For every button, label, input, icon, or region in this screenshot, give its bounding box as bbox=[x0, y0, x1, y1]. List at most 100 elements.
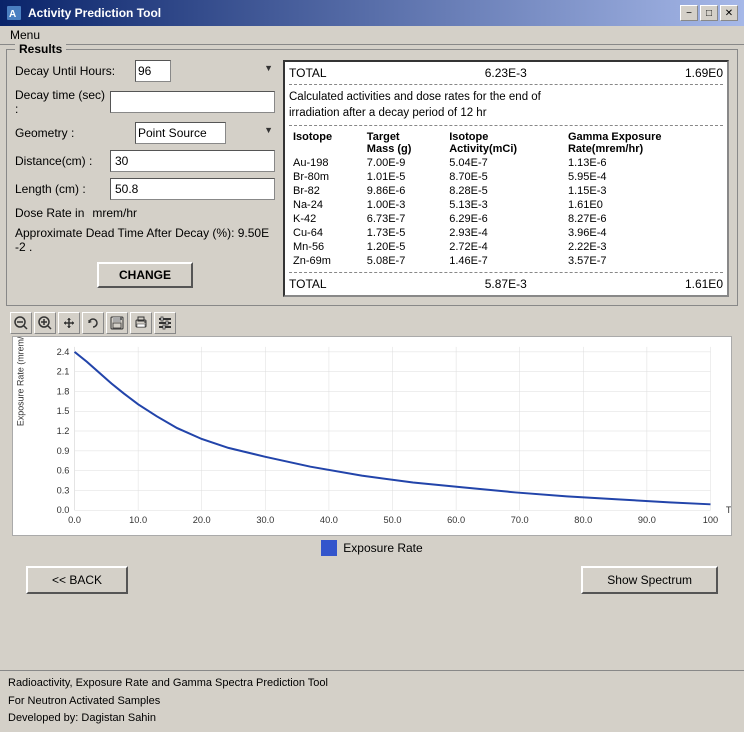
total-top-label: TOTAL bbox=[289, 66, 327, 80]
col-isotope: Isotope bbox=[289, 130, 363, 156]
maximize-button[interactable]: □ bbox=[700, 5, 718, 21]
title-bar: A Activity Prediction Tool − □ ✕ bbox=[0, 0, 744, 26]
col-exposure: Gamma ExposureRate(mrem/hr) bbox=[564, 130, 723, 156]
svg-text:40.0: 40.0 bbox=[320, 515, 338, 525]
minimize-button[interactable]: − bbox=[680, 5, 698, 21]
pan-icon bbox=[62, 316, 76, 330]
svg-text:0.0: 0.0 bbox=[68, 515, 81, 525]
dose-rate-unit: mrem/hr bbox=[92, 206, 137, 220]
footer: Radioactivity, Exposure Rate and Gamma S… bbox=[0, 670, 744, 732]
decay-hours-select-wrapper: 96 bbox=[135, 60, 275, 82]
results-group-title: Results bbox=[15, 42, 66, 56]
geometry-row: Geometry : Point SourceSlabCylinder bbox=[15, 122, 275, 144]
table-row: Na-241.00E-35.13E-31.61E0 bbox=[289, 198, 723, 212]
close-button[interactable]: ✕ bbox=[720, 5, 738, 21]
divider-2 bbox=[289, 125, 723, 126]
print-button[interactable] bbox=[130, 312, 152, 334]
show-spectrum-button[interactable]: Show Spectrum bbox=[581, 566, 718, 594]
left-panel: Decay Until Hours: 96 Decay time (sec) :… bbox=[15, 60, 275, 297]
save-icon bbox=[110, 316, 124, 330]
total-bottom-activity: 5.87E-3 bbox=[485, 277, 527, 291]
svg-text:2.1: 2.1 bbox=[57, 367, 70, 377]
table-header-row: Isotope TargetMass (g) IsotopeActivity(m… bbox=[289, 130, 723, 156]
decay-time-row: Decay time (sec) : bbox=[15, 88, 275, 116]
decay-hours-row: Decay Until Hours: 96 bbox=[15, 60, 275, 82]
svg-text:0.6: 0.6 bbox=[57, 466, 70, 476]
svg-text:20.0: 20.0 bbox=[193, 515, 211, 525]
app-icon: A bbox=[6, 5, 22, 21]
config-button[interactable] bbox=[154, 312, 176, 334]
results-table: Isotope TargetMass (g) IsotopeActivity(m… bbox=[289, 130, 723, 268]
distance-label: Distance(cm) : bbox=[15, 154, 110, 168]
col-activity: IsotopeActivity(mCi) bbox=[445, 130, 564, 156]
total-bottom-row: TOTAL 5.87E-3 1.61E0 bbox=[289, 277, 723, 291]
zoom-in-icon bbox=[38, 316, 52, 330]
svg-text:1.2: 1.2 bbox=[57, 426, 70, 436]
length-row: Length (cm) : bbox=[15, 178, 275, 200]
reset-icon bbox=[86, 316, 100, 330]
bottom-buttons: << BACK Show Spectrum bbox=[6, 562, 738, 598]
zoom-out-icon bbox=[14, 316, 28, 330]
divider-1 bbox=[289, 84, 723, 85]
geometry-label: Geometry : bbox=[15, 126, 135, 140]
svg-text:1.5: 1.5 bbox=[57, 407, 70, 417]
svg-text:30.0: 30.0 bbox=[256, 515, 274, 525]
total-top-row: TOTAL 6.23E-3 1.69E0 bbox=[289, 66, 723, 80]
chart-svg: 0.0 0.3 0.6 0.9 1.2 1.5 1.8 2.1 2.4 Expo… bbox=[13, 337, 731, 535]
results-layout: Decay Until Hours: 96 Decay time (sec) :… bbox=[15, 60, 729, 297]
dose-rate-label: Dose Rate in bbox=[15, 206, 84, 220]
dose-rate-row: Dose Rate in mrem/hr bbox=[15, 206, 275, 220]
svg-text:Time (hr): Time (hr) bbox=[726, 506, 731, 516]
svg-text:100: 100 bbox=[703, 515, 718, 525]
svg-text:A: A bbox=[9, 9, 16, 20]
svg-text:0.0: 0.0 bbox=[57, 506, 70, 516]
change-button[interactable]: CHANGE bbox=[97, 262, 193, 288]
svg-text:80.0: 80.0 bbox=[574, 515, 592, 525]
table-row: Zn-69m5.08E-71.46E-73.57E-7 bbox=[289, 254, 723, 268]
total-top-exposure: 1.69E0 bbox=[685, 66, 723, 80]
chart-legend: Exposure Rate bbox=[6, 536, 738, 560]
total-bottom-exposure: 1.61E0 bbox=[685, 277, 723, 291]
window-title: Activity Prediction Tool bbox=[28, 6, 680, 20]
save-image-button[interactable] bbox=[106, 312, 128, 334]
total-top-activity: 6.23E-3 bbox=[485, 66, 527, 80]
svg-text:1.8: 1.8 bbox=[57, 387, 70, 397]
svg-text:60.0: 60.0 bbox=[447, 515, 465, 525]
table-row: Br-829.86E-68.28E-51.15E-3 bbox=[289, 184, 723, 198]
decay-time-label: Decay time (sec) : bbox=[15, 88, 110, 116]
total-bottom-label: TOTAL bbox=[289, 277, 327, 291]
table-row: Au-1987.00E-95.04E-71.13E-6 bbox=[289, 156, 723, 170]
window-controls: − □ ✕ bbox=[680, 5, 738, 21]
footer-line1: Radioactivity, Exposure Rate and Gamma S… bbox=[8, 675, 736, 693]
results-description: Calculated activities and dose rates for… bbox=[289, 89, 723, 121]
legend-color-box bbox=[321, 540, 337, 556]
dead-time-row: Approximate Dead Time After Decay (%): 9… bbox=[15, 226, 275, 254]
results-group: Results Decay Until Hours: 96 Decay time… bbox=[6, 49, 738, 306]
table-row: Mn-561.20E-52.72E-42.22E-3 bbox=[289, 240, 723, 254]
geometry-select-wrapper: Point SourceSlabCylinder bbox=[135, 122, 275, 144]
decay-hours-select[interactable]: 96 bbox=[135, 60, 171, 82]
zoom-out-button[interactable] bbox=[10, 312, 32, 334]
chart-container: 0.0 0.3 0.6 0.9 1.2 1.5 1.8 2.1 2.4 Expo… bbox=[12, 336, 732, 536]
svg-text:90.0: 90.0 bbox=[638, 515, 656, 525]
legend-label: Exposure Rate bbox=[343, 541, 422, 555]
geometry-select[interactable]: Point SourceSlabCylinder bbox=[135, 122, 226, 144]
decay-time-input[interactable] bbox=[110, 91, 275, 113]
zoom-in-button[interactable] bbox=[34, 312, 56, 334]
footer-line3: Developed by: Dagistan Sahin bbox=[8, 710, 736, 728]
main-content: Results Decay Until Hours: 96 Decay time… bbox=[0, 45, 744, 602]
distance-input[interactable] bbox=[110, 150, 275, 172]
svg-text:Exposure Rate (mrem/hr): Exposure Rate (mrem/hr) bbox=[15, 337, 25, 426]
back-button[interactable]: << BACK bbox=[26, 566, 128, 594]
distance-row: Distance(cm) : bbox=[15, 150, 275, 172]
table-row: K-426.73E-76.29E-68.27E-6 bbox=[289, 212, 723, 226]
print-icon bbox=[134, 316, 148, 330]
footer-line2: For Neutron Activated Samples bbox=[8, 693, 736, 711]
pan-button[interactable] bbox=[58, 312, 80, 334]
svg-text:50.0: 50.0 bbox=[384, 515, 402, 525]
reset-button[interactable] bbox=[82, 312, 104, 334]
length-input[interactable] bbox=[110, 178, 275, 200]
svg-text:2.4: 2.4 bbox=[57, 347, 70, 357]
divider-3 bbox=[289, 272, 723, 273]
menu-bar: Menu bbox=[0, 26, 744, 45]
